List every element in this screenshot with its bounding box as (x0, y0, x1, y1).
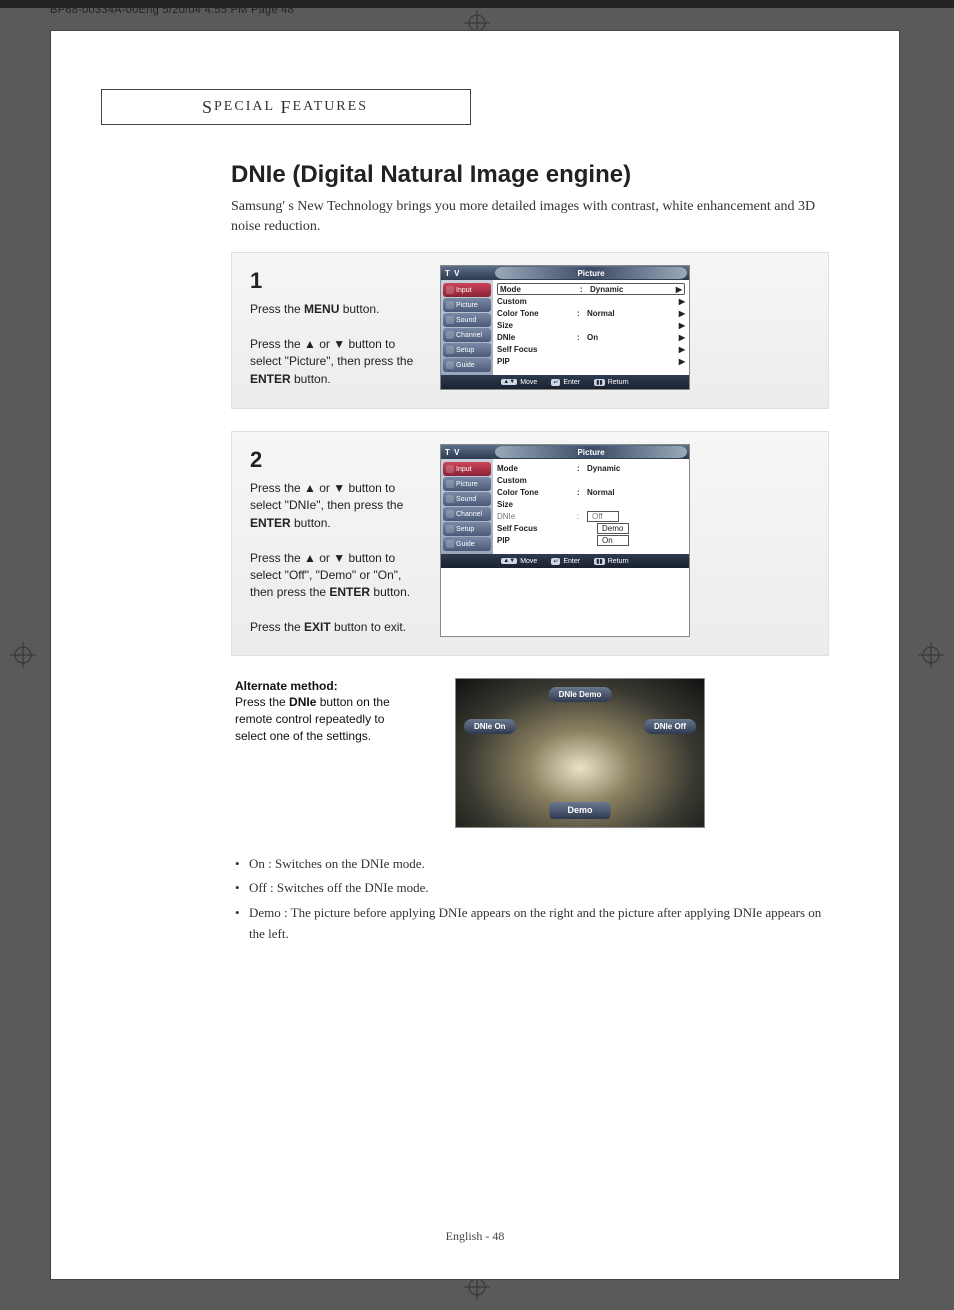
alt-heading: Alternate method: (235, 679, 338, 693)
osd-main: Mode:Dynamic Custom Color Tone:Normal Si… (493, 459, 689, 554)
intro-text: Samsung' s New Technology brings you mor… (231, 197, 829, 236)
osd-header: T V Picture (441, 445, 689, 459)
osd-row-size: Size▶ (497, 319, 685, 331)
registration-mark-icon (918, 642, 944, 668)
step-2-p1: Press the ▲ or ▼ button to select "DNIe"… (250, 480, 420, 532)
osd-side-guide: Guide (443, 358, 491, 372)
step-number: 1 (250, 265, 420, 297)
step-1: 1 Press the MENU button. Press the ▲ or … (231, 252, 829, 409)
demo-screenshot: DNIe Demo DNIe On DNIe Off Demo (455, 678, 705, 828)
step-1-text: 1 Press the MENU button. Press the ▲ or … (250, 265, 420, 390)
osd-tv-label: T V (441, 445, 493, 459)
step-2-text: 2 Press the ▲ or ▼ button to select "DNI… (250, 444, 420, 636)
osd-side-channel: Channel (443, 507, 491, 521)
osd-section-label: Picture (495, 446, 687, 458)
osd-sidebar: Input Picture Sound Channel Setup Guide (441, 280, 493, 375)
osd-footer: ▲▼Move ↵Enter ▮▮Return (441, 554, 689, 568)
osd-row-selffocus: Self FocusDemo (497, 522, 685, 534)
page-number: English - 48 (446, 1229, 505, 1244)
osd-row-dnie: DNIe:On▶ (497, 331, 685, 343)
page: SPECIAL FEATURES DNIe (Digital Natural I… (50, 30, 900, 1280)
alt-text: Alternate method: Press the DNIe button … (235, 678, 415, 745)
bullet-on: On : Switches on the DNIe mode. (235, 854, 829, 875)
osd-side-guide: Guide (443, 537, 491, 551)
osd-row-mode: Mode:Dynamic (497, 462, 685, 474)
demo-label: Demo (549, 802, 610, 819)
osd-side-input: Input (443, 283, 491, 297)
step-1-p2: Press the ▲ or ▼ button to select "Pictu… (250, 336, 420, 388)
osd-row-pip: PIPOn (497, 534, 685, 546)
osd-sidebar: Input Picture Sound Channel Setup Guide (441, 459, 493, 554)
pill-dnie-off: DNIe Off (644, 719, 696, 734)
osd-footer: ▲▼Move ↵Enter ▮▮Return (441, 375, 689, 389)
osd-row-colortone: Color Tone:Normal (497, 486, 685, 498)
bullet-demo: Demo : The picture before applying DNIe … (235, 903, 829, 945)
osd-row-selffocus: Self Focus▶ (497, 343, 685, 355)
osd-side-picture: Picture (443, 298, 491, 312)
osd-row-custom: Custom (497, 474, 685, 486)
osd-screenshot-2: T V Picture Input Picture Sound Channel … (440, 444, 690, 636)
osd-row-pip: PIP▶ (497, 355, 685, 367)
step-2-p3: Press the EXIT button to exit. (250, 619, 420, 636)
osd-tv-label: T V (441, 266, 493, 280)
alternate-method: Alternate method: Press the DNIe button … (231, 678, 829, 828)
osd-row-size: Size (497, 498, 685, 510)
step-2: 2 Press the ▲ or ▼ button to select "DNI… (231, 431, 829, 655)
osd-side-setup: Setup (443, 522, 491, 536)
step-1-p1: Press the MENU button. (250, 301, 420, 318)
step-number: 2 (250, 444, 420, 476)
print-header: BP68-00334A-00Eng 5/20/04 4:55 PM Page 4… (50, 0, 294, 20)
osd-main: Mode:Dynamic▶ Custom▶ Color Tone:Normal▶… (493, 280, 689, 375)
pill-dnie-on: DNIe On (464, 719, 516, 734)
osd-screenshot-1: T V Picture Input Picture Sound Channel … (440, 265, 690, 390)
osd-section-label: Picture (495, 267, 687, 279)
section-tab: SPECIAL FEATURES (101, 89, 471, 125)
registration-mark-icon (10, 642, 36, 668)
osd-side-channel: Channel (443, 328, 491, 342)
step-2-p2: Press the ▲ or ▼ button to select "Off",… (250, 550, 420, 602)
bullet-list: On : Switches on the DNIe mode. Off : Sw… (231, 854, 829, 945)
osd-row-dnie: DNIe:Off (497, 510, 685, 522)
pill-dnie-demo: DNIe Demo (549, 687, 612, 702)
osd-side-sound: Sound (443, 492, 491, 506)
osd-side-picture: Picture (443, 477, 491, 491)
bullet-off: Off : Switches off the DNIe mode. (235, 878, 829, 899)
osd-row-mode: Mode:Dynamic▶ (497, 283, 685, 295)
content: DNIe (Digital Natural Image engine) Sams… (231, 161, 829, 949)
osd-side-input: Input (443, 462, 491, 476)
osd-side-setup: Setup (443, 343, 491, 357)
osd-row-colortone: Color Tone:Normal▶ (497, 307, 685, 319)
osd-header: T V Picture (441, 266, 689, 280)
osd-row-custom: Custom▶ (497, 295, 685, 307)
osd-side-sound: Sound (443, 313, 491, 327)
page-title: DNIe (Digital Natural Image engine) (231, 161, 829, 189)
